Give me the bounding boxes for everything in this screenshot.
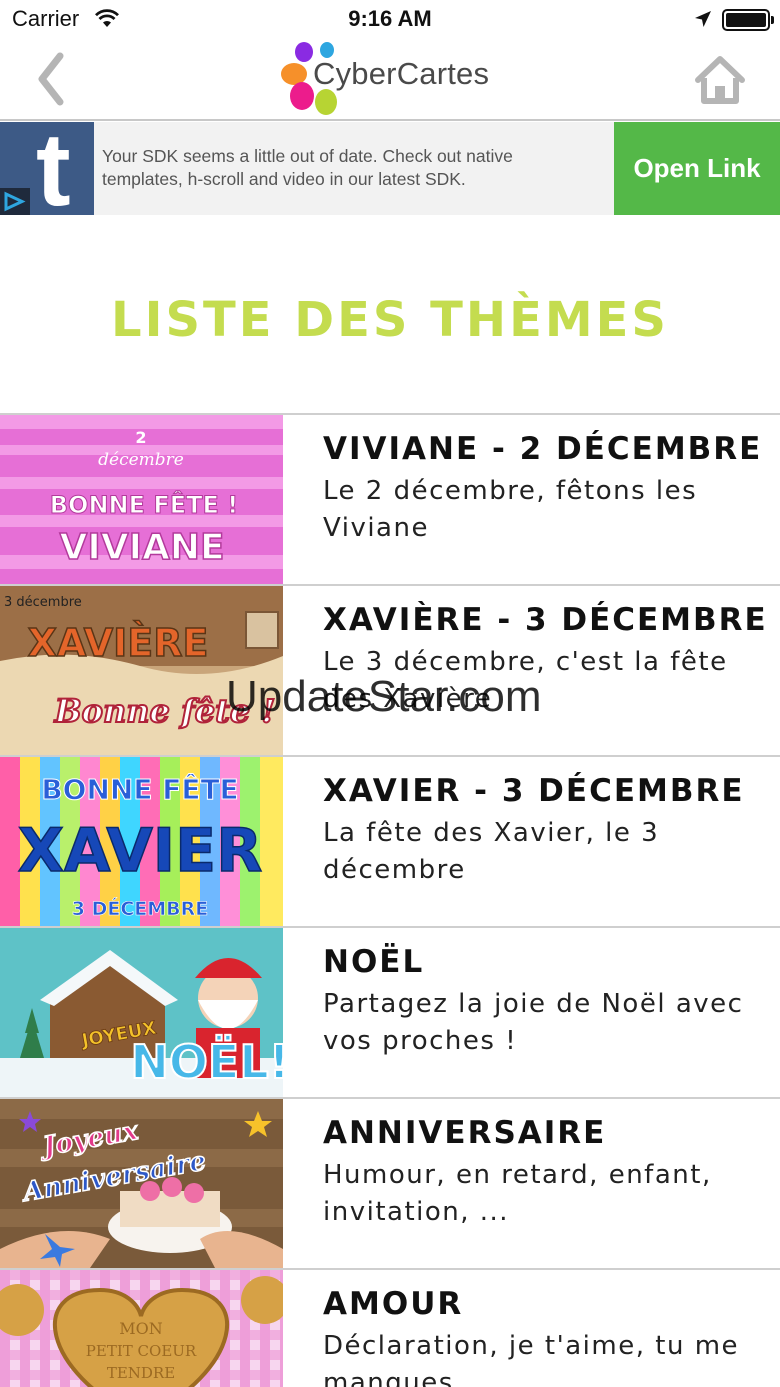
home-icon xyxy=(695,56,745,104)
cybercartes-logo: CyberCartes xyxy=(280,40,510,120)
ad-text: Your SDK seems a little out of date. Che… xyxy=(102,146,513,189)
theme-row-anniversaire[interactable]: Joyeux Anniversaire ANNIVERSAIRE Humour,… xyxy=(0,1099,780,1270)
theme-description: La fête des Xavier, le 3 décembre xyxy=(323,818,660,885)
chevron-left-icon xyxy=(38,52,64,106)
thumb-text: BONNE FÊTE ! xyxy=(50,490,238,519)
theme-thumbnail: BONNE FÊTE XAVIER 3 DÉCEMBRE xyxy=(0,757,283,926)
theme-thumbnail: 2 décembre BONNE FÊTE ! VIVIANE xyxy=(0,415,283,584)
theme-description: Humour, en retard, enfant, invitation, .… xyxy=(323,1160,712,1227)
theme-row-xaviere[interactable]: 3 décembre XAVIÈRE Bonne fête ! XAVIÈRE … xyxy=(0,586,780,757)
location-arrow-icon xyxy=(694,10,712,32)
theme-description: Déclaration, je t'aime, tu me manques... xyxy=(323,1331,740,1387)
page-title: LISTE DES THÈMES xyxy=(111,292,669,348)
thumb-text: 3 décembre xyxy=(4,595,82,610)
status-bar: Carrier 9:16 AM xyxy=(0,0,780,40)
theme-description: Partagez la joie de Noël avec vos proche… xyxy=(323,989,744,1056)
battery-icon xyxy=(722,9,774,31)
thumb-text: 2 xyxy=(135,428,146,447)
thumb-text: XAVIÈRE xyxy=(28,621,209,665)
adchoices-icon[interactable] xyxy=(0,188,30,215)
thumb-text: 3 DÉCEMBRE xyxy=(72,897,209,920)
ad-banner[interactable]: t Your SDK seems a little out of date. C… xyxy=(0,122,780,215)
nav-bar: CyberCartes xyxy=(0,40,780,121)
thumb-text: NOËL! xyxy=(130,1035,283,1089)
theme-thumbnail: JOYEUX NOËL! xyxy=(0,928,283,1097)
theme-title: NOËL xyxy=(323,944,425,980)
theme-title: ANNIVERSAIRE xyxy=(323,1115,607,1151)
ad-thumbnail: t xyxy=(0,122,94,215)
theme-description: Le 2 décembre, fêtons les Viviane xyxy=(323,476,698,543)
thumb-text: BONNE FÊTE xyxy=(41,772,238,806)
thumb-text: XAVIER xyxy=(18,816,263,886)
theme-title: XAVIER - 3 DÉCEMBRE xyxy=(323,773,745,809)
thumb-text: Bonne fête ! xyxy=(54,692,276,730)
theme-row-amour[interactable]: MON PETIT COEUR TENDRE AMOUR Déclaration… xyxy=(0,1270,780,1387)
theme-description: Le 3 décembre, c'est la fête des Xavière xyxy=(323,647,728,714)
thumb-text: décembre xyxy=(98,450,184,470)
thumb-text: VIVIANE xyxy=(59,527,224,568)
theme-row-noel[interactable]: JOYEUX NOËL! NOËL Partagez la joie de No… xyxy=(0,928,780,1099)
theme-row-viviane[interactable]: 2 décembre BONNE FÊTE ! VIVIANE VIVIANE … xyxy=(0,415,780,586)
thumb-text: MON xyxy=(119,1319,163,1338)
theme-title: VIVIANE - 2 DÉCEMBRE xyxy=(323,431,763,467)
back-button[interactable] xyxy=(28,52,72,106)
thumb-text: PETIT COEUR xyxy=(86,1342,197,1360)
clock: 9:16 AM xyxy=(348,6,432,31)
home-button[interactable] xyxy=(694,54,746,106)
theme-thumbnail: MON PETIT COEUR TENDRE xyxy=(0,1270,283,1387)
thumb-text: TENDRE xyxy=(107,1364,175,1382)
open-link-button[interactable]: Open Link xyxy=(614,122,780,215)
theme-list: 2 décembre BONNE FÊTE ! VIVIANE VIVIANE … xyxy=(0,413,780,1387)
theme-thumbnail: Joyeux Anniversaire xyxy=(0,1099,283,1268)
theme-title: XAVIÈRE - 3 DÉCEMBRE xyxy=(323,602,768,638)
theme-row-xavier[interactable]: BONNE FÊTE XAVIER 3 DÉCEMBRE XAVIER - 3 … xyxy=(0,757,780,928)
theme-thumbnail: 3 décembre XAVIÈRE Bonne fête ! xyxy=(0,586,283,755)
logo-text: CyberCartes xyxy=(313,56,490,91)
theme-title: AMOUR xyxy=(323,1286,464,1322)
ad-thumb-letter: t xyxy=(36,122,71,215)
